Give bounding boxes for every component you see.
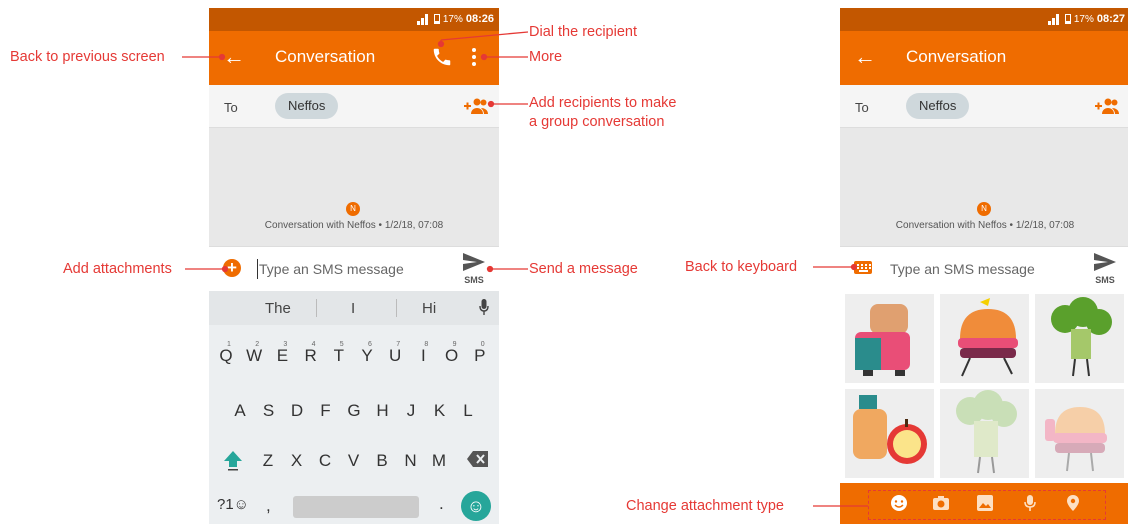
callout-dial: Dial the recipient: [529, 24, 637, 40]
attachment-tray-highlight: [868, 490, 1106, 520]
callout-back-keyboard: Back to keyboard: [685, 259, 798, 275]
callout-change-type: Change attachment type: [626, 498, 784, 514]
callout-add-recipients-2: a group conversation: [529, 114, 665, 130]
callout-more: More: [529, 49, 563, 65]
callout-add-recipients-1: Add recipients to make: [529, 95, 677, 111]
callout-send: Send a message: [529, 261, 638, 277]
callout-attachments: Add attachments: [63, 261, 172, 277]
callout-back: Back to previous screen: [10, 49, 165, 65]
